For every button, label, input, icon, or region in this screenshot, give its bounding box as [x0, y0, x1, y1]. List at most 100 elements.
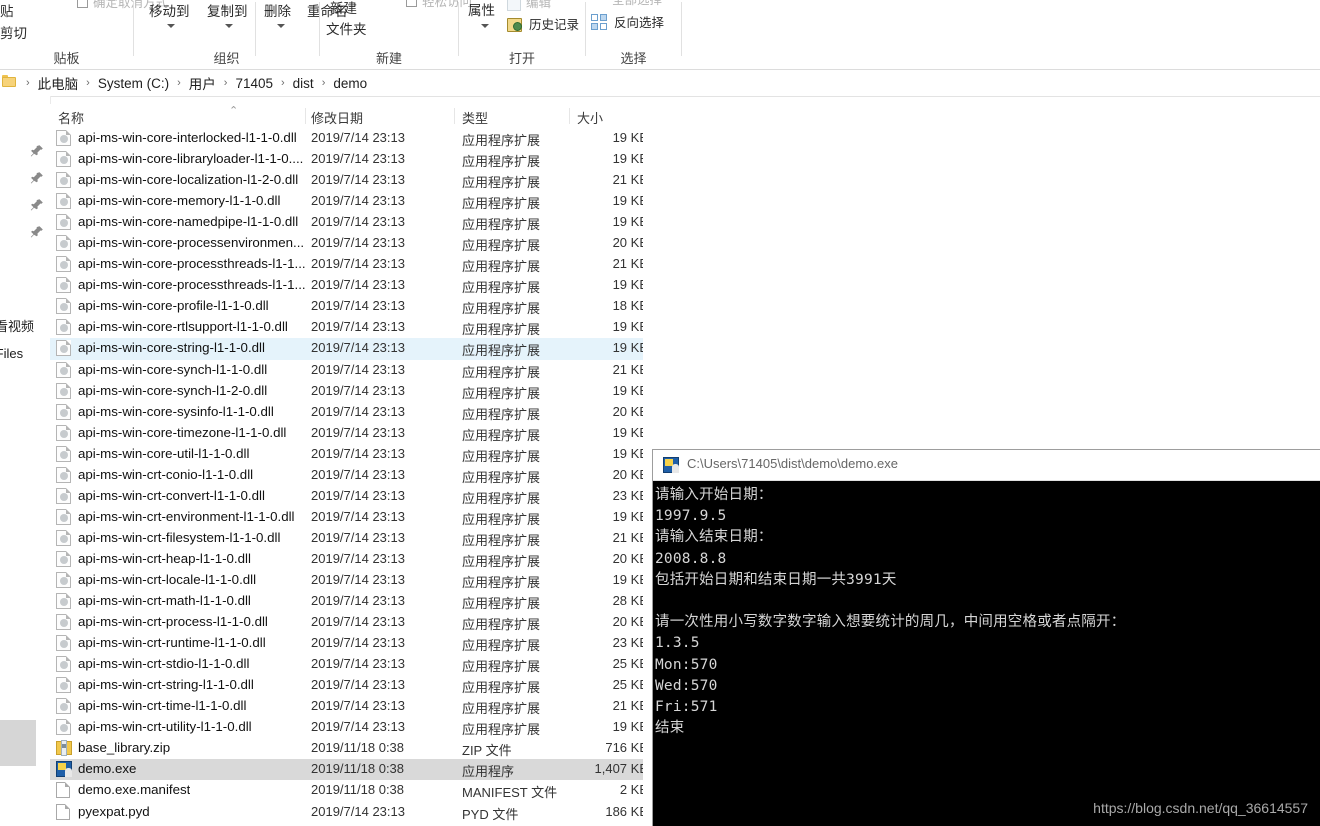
move-to-caret-icon[interactable] — [167, 24, 175, 28]
paste-button[interactable]: 贴 — [0, 4, 14, 20]
column-header-type[interactable]: 类型 — [462, 108, 488, 127]
breadcrumb-item-3[interactable]: 71405 — [233, 76, 275, 91]
file-name[interactable]: api-ms-win-crt-time-l1-1-0.dll — [78, 698, 246, 713]
pin-icon-2[interactable] — [30, 171, 44, 185]
file-name[interactable]: api-ms-win-core-processthreads-l1-1... — [78, 256, 306, 271]
table-row[interactable]: api-ms-win-core-util-l1-1-0.dll 2019/7/14… — [50, 444, 654, 465]
file-name[interactable]: api-ms-win-crt-conio-l1-1-0.dll — [78, 467, 253, 482]
file-name[interactable]: api-ms-win-core-profile-l1-1-0.dll — [78, 298, 269, 313]
table-row[interactable]: api-ms-win-crt-stdio-l1-1-0.dll 2019/7/14… — [50, 654, 654, 675]
table-row[interactable]: api-ms-win-core-processthreads-l1-1... 20… — [50, 254, 654, 275]
column-header-date[interactable]: 修改日期 — [311, 108, 363, 127]
file-name[interactable]: api-ms-win-crt-convert-l1-1-0.dll — [78, 488, 265, 503]
file-name[interactable]: api-ms-win-crt-process-l1-1-0.dll — [78, 614, 268, 629]
breadcrumb-item-4[interactable]: dist — [291, 76, 316, 91]
table-row[interactable]: api-ms-win-crt-locale-l1-1-0.dll 2019/7/1… — [50, 570, 654, 591]
table-row[interactable]: api-ms-win-core-processenvironmen... 2019… — [50, 233, 654, 254]
table-row[interactable]: api-ms-win-crt-convert-l1-1-0.dll 2019/7/… — [50, 486, 654, 507]
table-row[interactable]: api-ms-win-core-sysinfo-l1-1-0.dll 2019/7… — [50, 402, 654, 423]
file-name[interactable]: api-ms-win-crt-filesystem-l1-1-0.dll — [78, 530, 280, 545]
console-output[interactable]: 请输入开始日期： 1997.9.5 请输入结束日期： 2008.8.8 包括开始日期和结… — [653, 481, 1320, 826]
history-icon[interactable] — [507, 18, 522, 32]
file-name[interactable]: api-ms-win-core-localization-l1-2-0.dll — [78, 172, 298, 187]
new-button[interactable]: 新建 — [330, 1, 357, 17]
breadcrumb-item-2[interactable]: 用户 — [187, 73, 218, 93]
table-row[interactable]: api-ms-win-crt-environment-l1-1-0.dll 201… — [50, 507, 654, 528]
column-header-name[interactable]: 名称 — [58, 108, 84, 127]
move-to-button[interactable]: 移动到 — [149, 4, 190, 20]
column-divider-2[interactable] — [454, 108, 455, 124]
table-row[interactable]: api-ms-win-core-interlocked-l1-1-0.dll 20… — [50, 128, 654, 149]
breadcrumb-item-5[interactable]: demo — [331, 76, 369, 91]
table-row[interactable]: api-ms-win-core-processthreads-l1-1... 20… — [50, 275, 654, 296]
file-name[interactable]: api-ms-win-core-synch-l1-1-0.dll — [78, 362, 267, 377]
breadcrumb-item-1[interactable]: System (C:) — [96, 76, 171, 91]
breadcrumb[interactable]: › 此电脑 › System (C:) › 用户 › 71405 › dist › demo — [20, 70, 369, 96]
file-name[interactable]: api-ms-win-core-processenvironmen... — [78, 235, 304, 250]
table-row[interactable]: api-ms-win-crt-math-l1-1-0.dll 2019/7/14 … — [50, 591, 654, 612]
address-bar[interactable]: › 此电脑 › System (C:) › 用户 › 71405 › dist › demo — [0, 70, 1320, 97]
table-row[interactable]: api-ms-win-crt-string-l1-1-0.dll 2019/7/1… — [50, 675, 654, 696]
delete-caret-icon[interactable] — [277, 24, 285, 28]
table-row[interactable]: api-ms-win-core-rtlsupport-l1-1-0.dll 201… — [50, 317, 654, 338]
file-name[interactable]: api-ms-win-core-libraryloader-l1-1-0.... — [78, 151, 303, 166]
nav-scrollbar-thumb[interactable] — [0, 720, 36, 766]
easy-access-checkbox[interactable] — [406, 0, 417, 7]
navigation-pane[interactable]: 最近观看视频 am Files — [0, 96, 51, 826]
table-row[interactable]: api-ms-win-crt-heap-l1-1-0.dll 2019/7/14 … — [50, 549, 654, 570]
column-divider-1[interactable] — [305, 108, 306, 124]
file-name[interactable]: api-ms-win-crt-locale-l1-1-0.dll — [78, 572, 256, 587]
new-folder-button[interactable]: 文件夹 — [326, 22, 367, 38]
table-row[interactable]: api-ms-win-crt-time-l1-1-0.dll 2019/7/14 … — [50, 696, 654, 717]
file-name[interactable]: api-ms-win-core-util-l1-1-0.dll — [78, 446, 249, 461]
file-name[interactable]: api-ms-win-crt-runtime-l1-1-0.dll — [78, 635, 266, 650]
table-row[interactable]: api-ms-win-core-namedpipe-l1-1-0.dll 2019… — [50, 212, 654, 233]
breadcrumb-item-0[interactable]: 此电脑 — [36, 73, 81, 93]
cut-button[interactable]: 剪切 — [0, 26, 27, 42]
table-row[interactable]: api-ms-win-core-memory-l1-1-0.dll 2019/7/… — [50, 191, 654, 212]
table-row[interactable]: api-ms-win-crt-process-l1-1-0.dll 2019/7/… — [50, 612, 654, 633]
console-window[interactable]: C:\Users\71405\dist\demo\demo.exe 请输入开始日… — [653, 450, 1320, 826]
file-name[interactable]: api-ms-win-core-processthreads-l1-1... — [78, 277, 306, 292]
nav-item-program-files[interactable]: am Files — [0, 346, 23, 361]
console-title-bar[interactable]: C:\Users\71405\dist\demo\demo.exe — [653, 450, 1320, 481]
table-row[interactable]: api-ms-win-crt-utility-l1-1-0.dll 2019/7/… — [50, 717, 654, 738]
table-row[interactable]: api-ms-win-crt-runtime-l1-1-0.dll 2019/7/… — [50, 633, 654, 654]
file-name[interactable]: api-ms-win-core-memory-l1-1-0.dll — [78, 193, 280, 208]
table-row[interactable]: api-ms-win-crt-conio-l1-1-0.dll 2019/7/14… — [50, 465, 654, 486]
file-name[interactable]: api-ms-win-core-string-l1-1-0.dll — [78, 340, 265, 355]
table-row[interactable]: api-ms-win-core-synch-l1-1-0.dll 2019/7/1… — [50, 360, 654, 381]
file-name[interactable]: api-ms-win-core-rtlsupport-l1-1-0.dll — [78, 319, 288, 334]
table-row[interactable]: pyexpat.pyd 2019/7/14 23:13 PYD 文件 186 KB — [50, 802, 654, 823]
file-name[interactable]: api-ms-win-crt-environment-l1-1-0.dll — [78, 509, 295, 524]
file-name[interactable]: demo.exe.manifest — [78, 782, 190, 797]
table-row[interactable]: api-ms-win-core-libraryloader-l1-1-0....… — [50, 149, 654, 170]
copy-to-button[interactable]: 复制到 — [207, 4, 248, 20]
table-row[interactable]: api-ms-win-crt-filesystem-l1-1-0.dll 2019… — [50, 528, 654, 549]
file-name[interactable]: api-ms-win-crt-string-l1-1-0.dll — [78, 677, 254, 692]
history-button[interactable]: 历史记录 — [529, 18, 579, 32]
pin-icon-4[interactable] — [30, 225, 44, 239]
file-name[interactable]: api-ms-win-core-interlocked-l1-1-0.dll — [78, 130, 297, 145]
file-name[interactable]: api-ms-win-core-synch-l1-2-0.dll — [78, 383, 267, 398]
table-row[interactable]: demo.exe.manifest 2019/11/18 0:38 MANIFEST… — [50, 780, 654, 801]
table-row[interactable]: api-ms-win-core-timezone-l1-1-0.dll 2019/… — [50, 423, 654, 444]
properties-button[interactable]: 属性 — [468, 3, 495, 19]
column-divider-3[interactable] — [569, 108, 570, 124]
table-row[interactable]: api-ms-win-core-localization-l1-2-0.dll 2… — [50, 170, 654, 191]
invert-selection-button[interactable]: 反向选择 — [614, 16, 664, 30]
file-name[interactable]: api-ms-win-crt-math-l1-1-0.dll — [78, 593, 251, 608]
pin-icon-1[interactable] — [30, 144, 44, 158]
file-name[interactable]: api-ms-win-core-sysinfo-l1-1-0.dll — [78, 404, 274, 419]
file-name[interactable]: api-ms-win-core-namedpipe-l1-1-0.dll — [78, 214, 298, 229]
delete-button[interactable]: 删除 — [264, 4, 291, 20]
file-name[interactable]: api-ms-win-core-timezone-l1-1-0.dll — [78, 425, 286, 440]
properties-caret-icon[interactable] — [481, 24, 489, 28]
column-header-size[interactable]: 大小 — [577, 108, 603, 127]
table-row[interactable]: api-ms-win-core-synch-l1-2-0.dll 2019/7/1… — [50, 381, 654, 402]
table-row[interactable]: base_library.zip 2019/11/18 0:38 ZIP 文件 716… — [50, 738, 654, 759]
table-row[interactable]: demo.exe 2019/11/18 0:38 应用程序 1,407 KB — [50, 759, 654, 781]
file-list[interactable]: api-ms-win-core-interlocked-l1-1-0.dll 20… — [50, 128, 654, 826]
clipboard-checkbox[interactable] — [77, 0, 88, 8]
copy-to-caret-icon[interactable] — [225, 24, 233, 28]
